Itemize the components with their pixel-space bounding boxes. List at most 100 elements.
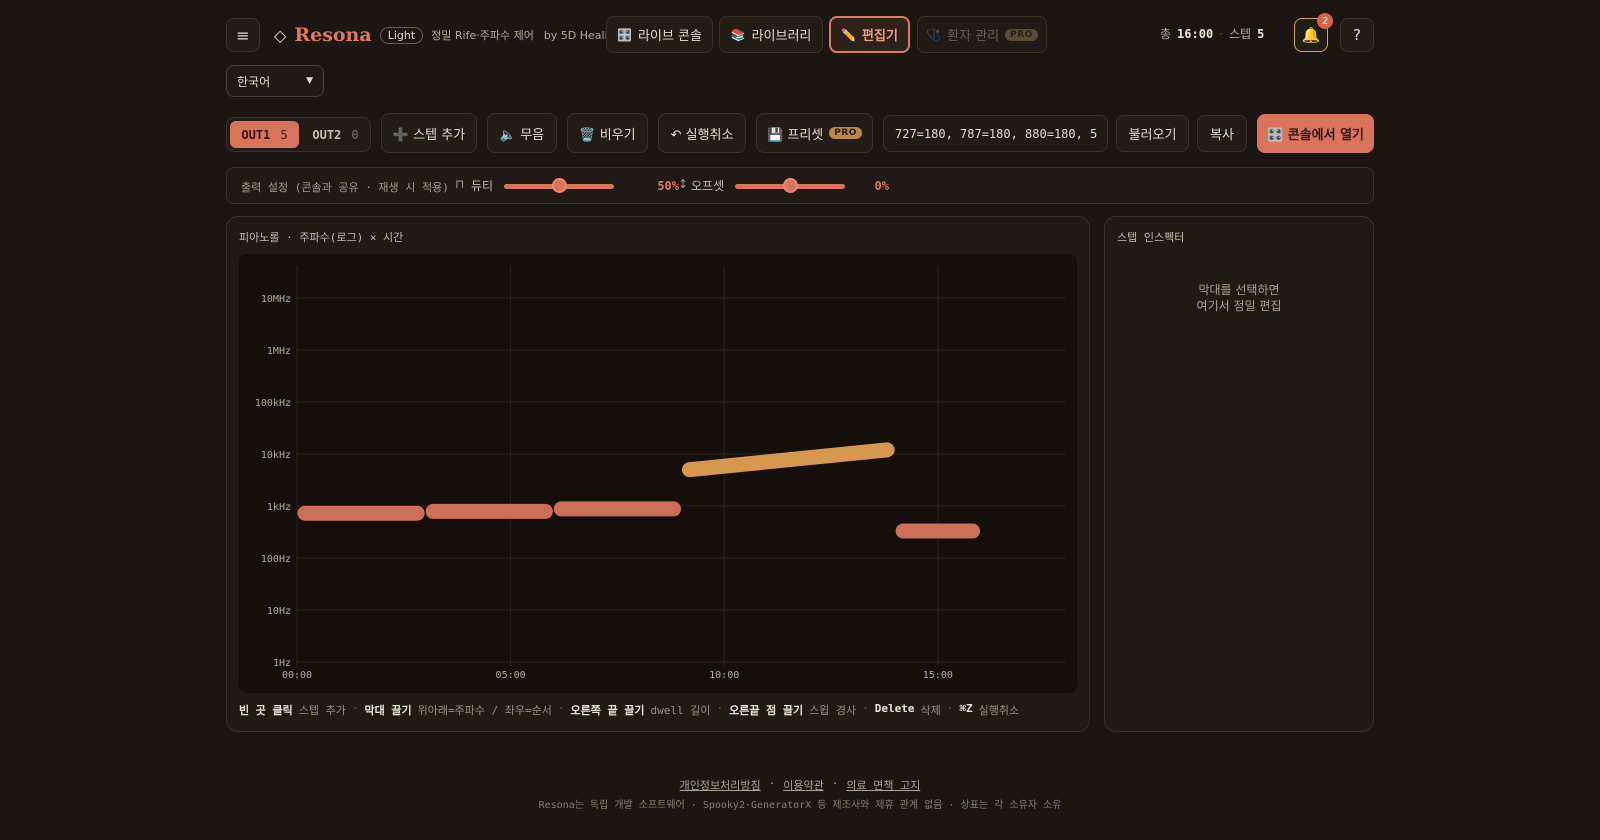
separator: · bbox=[831, 777, 839, 790]
out1-label: OUT1 bbox=[241, 127, 271, 142]
nav-tab-patient-management[interactable]: 🩺 환자 관리 PRO bbox=[917, 16, 1047, 53]
session-summary: 총 16:00 · 스텝 5 bbox=[1160, 25, 1264, 42]
offset-value: 0% bbox=[874, 179, 889, 193]
notification-count-badge: 2 bbox=[1317, 13, 1333, 29]
offset-slider[interactable] bbox=[735, 178, 845, 193]
open-in-console-button[interactable]: 🎛️ 콘솔에서 열기 bbox=[1257, 114, 1374, 153]
piano-roll-panel: 피아노롤 · 주파수(로그) × 시간 10MHz 1MHz 100kHz 10kHz… bbox=[226, 216, 1090, 732]
piano-roll-canvas[interactable]: 10MHz 1MHz 100kHz 10kHz 1kHz 100Hz 10Hz 1Hz 00:… bbox=[239, 254, 1077, 693]
y-tick-label: 100Hz bbox=[261, 554, 291, 565]
duty-value: 50% bbox=[657, 179, 679, 193]
separator: · bbox=[716, 702, 724, 715]
logo-diamond-icon: ◇ bbox=[274, 25, 287, 45]
out2-count: 0 bbox=[351, 127, 359, 142]
language-value: 한국어 bbox=[237, 74, 271, 89]
terms-link[interactable]: 이용약관 bbox=[783, 777, 823, 793]
nav-tab-live-console[interactable]: 🎛️ 라이브 콘솔 bbox=[606, 16, 713, 53]
tagline: 정밀 Rife·주파수 제어 bbox=[431, 29, 534, 42]
help-key: 오른끝 점 끌기 bbox=[729, 704, 804, 717]
x-tick-label: 15:00 bbox=[923, 670, 953, 681]
total-label: 총 bbox=[1160, 27, 1172, 41]
nav-label: 환자 관리 bbox=[947, 29, 1000, 44]
clear-button[interactable]: 🗑️ 비우기 bbox=[567, 113, 648, 153]
slider-thumb[interactable] bbox=[552, 178, 567, 193]
footer-disclaimer: Resona는 독립 개발 소프트웨어 · Spooky2·GeneratorX… bbox=[538, 800, 1062, 811]
help-desc: dwell 길이 bbox=[650, 704, 711, 717]
separator: · bbox=[1219, 26, 1223, 41]
y-tick-label: 100kHz bbox=[255, 398, 291, 409]
out1-tab[interactable]: OUT1 5 bbox=[230, 121, 299, 148]
output-settings-label: 출력 설정 (콘솔과 공유 · 재생 시 적용) bbox=[241, 181, 449, 194]
brand: ◇ Resona Light 정밀 Rife·주파수 제어 by 5D Heal… bbox=[274, 22, 622, 48]
separator: · bbox=[557, 702, 565, 715]
separator: · bbox=[862, 702, 869, 715]
copy-button[interactable]: 복사 bbox=[1197, 115, 1247, 152]
steps-count: 5 bbox=[1257, 26, 1265, 41]
notifications-button[interactable]: 🔔 2 bbox=[1294, 13, 1333, 52]
steps-label: 스텝 bbox=[1229, 27, 1252, 41]
frequency-text-input[interactable]: 727=180, 787=180, 880=180, 5 bbox=[883, 115, 1108, 152]
output-switch: OUT1 5 OUT2 0 bbox=[226, 117, 371, 152]
nav-label: 라이브러리 bbox=[751, 29, 812, 44]
menu-button[interactable]: ≡ bbox=[226, 18, 260, 52]
help-key: Delete bbox=[874, 702, 915, 715]
out2-label: OUT2 bbox=[312, 127, 342, 142]
help-button[interactable]: ? bbox=[1340, 18, 1374, 52]
nav-label: 라이브 콘솔 bbox=[638, 29, 702, 44]
hamburger-icon: ≡ bbox=[236, 25, 250, 45]
inspector-empty-state: 막대를 선택하면 여기서 정밀 편집 bbox=[1105, 282, 1373, 314]
stethoscope-icon: 🩺 bbox=[926, 27, 942, 42]
help-desc: 삭제 bbox=[920, 704, 941, 717]
nav-tab-library[interactable]: 📚 라이브러리 bbox=[719, 16, 823, 53]
nav-tab-editor[interactable]: ✏️ 편집기 bbox=[829, 16, 910, 53]
offset-icon: ↕ bbox=[678, 177, 689, 191]
preset-label: 💾 프리셋 bbox=[767, 127, 824, 143]
separator: · bbox=[768, 777, 776, 790]
y-tick-label: 10Hz bbox=[267, 606, 291, 617]
y-tick-label: 1Hz bbox=[273, 658, 291, 669]
pro-badge: PRO bbox=[1005, 28, 1038, 41]
help-desc: 스텝 추가 bbox=[298, 704, 346, 717]
preset-button[interactable]: 💾 프리셋 PRO bbox=[756, 113, 873, 153]
privacy-link[interactable]: 개인정보처리방침 bbox=[680, 777, 761, 793]
plan-badge: Light bbox=[379, 26, 424, 44]
console-icon: 🎛️ bbox=[617, 27, 632, 42]
inspector-title: 스텝 인스펙터 bbox=[1117, 231, 1185, 244]
y-tick-label: 10kHz bbox=[261, 450, 291, 461]
footer-links: 개인정보처리방침 · 이용약관 · 의료 면책 고지 bbox=[0, 777, 1600, 793]
pro-badge: PRO bbox=[829, 127, 862, 139]
books-icon: 📚 bbox=[730, 27, 746, 42]
pencil-icon: ✏️ bbox=[841, 27, 857, 42]
language-select[interactable]: 한국어 ▼ bbox=[226, 65, 324, 97]
medical-disclaimer-link[interactable]: 의료 면책 고지 bbox=[846, 777, 920, 793]
duty-slider[interactable] bbox=[504, 178, 614, 193]
output-settings-bar: 출력 설정 (콘솔과 공유 · 재생 시 적용) ⊓ 듀티 50% ↕ 오프셋 … bbox=[226, 167, 1374, 204]
help-key: 빈 곳 클릭 bbox=[239, 704, 293, 717]
help-key: 오른쪽 끝 끌기 bbox=[570, 704, 645, 717]
undo-button[interactable]: ↶ 실행취소 bbox=[658, 113, 746, 153]
add-step-button[interactable]: ➕ 스텝 추가 bbox=[381, 113, 477, 153]
help-key: 막대 끌기 bbox=[364, 704, 412, 717]
total-time: 16:00 bbox=[1177, 26, 1214, 41]
duty-label: 듀티 bbox=[471, 179, 494, 193]
mute-button[interactable]: 🔈 무음 bbox=[487, 113, 557, 153]
y-tick-label: 1MHz bbox=[267, 346, 291, 357]
empty-line: 여기서 정밀 편집 bbox=[1196, 299, 1282, 313]
step-inspector-panel: 스텝 인스펙터 막대를 선택하면 여기서 정밀 편집 bbox=[1104, 216, 1374, 732]
load-button[interactable]: 불러오기 bbox=[1116, 115, 1189, 152]
piano-roll-title: 피아노롤 · 주파수(로그) × 시간 bbox=[239, 231, 404, 244]
chevron-down-icon: ▼ bbox=[306, 76, 313, 86]
help-icon: ? bbox=[1353, 26, 1361, 44]
out2-tab[interactable]: OUT2 0 bbox=[303, 121, 368, 148]
x-tick-label: 00:00 bbox=[282, 670, 312, 681]
bell-icon: 🔔 bbox=[1301, 26, 1321, 44]
x-tick-label: 10:00 bbox=[709, 670, 739, 681]
separator: · bbox=[351, 702, 359, 715]
empty-line: 막대를 선택하면 bbox=[1198, 283, 1280, 297]
duty-icon: ⊓ bbox=[455, 177, 465, 191]
help-desc: 위아래=주파수 / 좌우=순서 bbox=[417, 704, 552, 717]
slider-thumb[interactable] bbox=[783, 178, 798, 193]
app-name: Resona bbox=[294, 24, 372, 46]
y-tick-label: 1kHz bbox=[267, 502, 291, 513]
y-tick-label: 10MHz bbox=[261, 294, 291, 305]
